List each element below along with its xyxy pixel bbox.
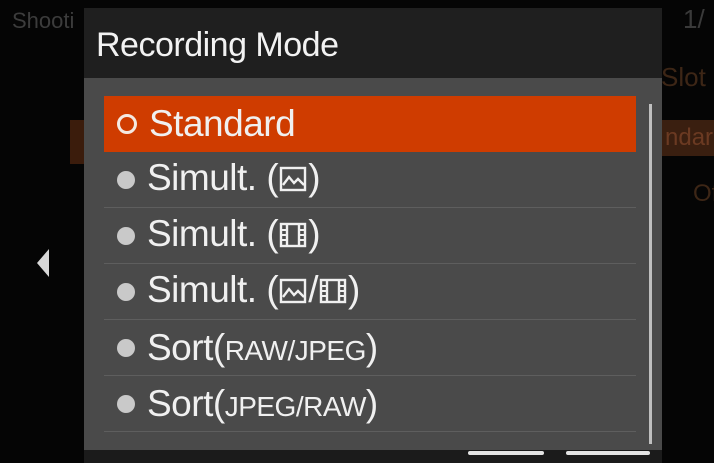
option-prefix: Simult. ( xyxy=(147,268,279,310)
option-separator: / xyxy=(308,268,318,310)
option-label: Standard xyxy=(149,103,296,144)
radio-icon xyxy=(117,226,135,245)
option-prefix: Simult. ( xyxy=(147,212,279,254)
dialog-title: Recording Mode xyxy=(96,26,339,64)
movie-icon xyxy=(278,217,308,259)
option-prefix: Sort( xyxy=(147,382,225,424)
recording-mode-list: Standard Simult. () Simult. () Simult. (… xyxy=(104,96,636,432)
option-label: Sort(JPEG/RAW) xyxy=(147,383,378,425)
option-suffix: ) xyxy=(365,326,378,368)
option-sort-jpeg-raw[interactable]: Sort(JPEG/RAW) xyxy=(104,376,636,432)
option-label: Simult. ( /) xyxy=(147,269,360,315)
option-suffix: ) xyxy=(365,382,378,424)
movie-icon xyxy=(318,273,348,315)
option-label: Sort(RAW/JPEG) xyxy=(147,327,378,369)
option-suffix: ) xyxy=(308,156,321,198)
back-arrow-icon[interactable] xyxy=(37,249,49,277)
camera-screen: Shooti 1/ Slot ndarc Of Recording Mode S… xyxy=(0,0,714,463)
background-page-indicator: 1/ xyxy=(683,4,705,34)
option-standard[interactable]: Standard xyxy=(104,96,636,152)
option-simult-movie[interactable]: Simult. () xyxy=(104,208,636,264)
option-prefix: Sort( xyxy=(147,326,225,368)
option-suffix: ) xyxy=(347,268,360,310)
option-format: RAW/JPEG xyxy=(224,334,367,366)
background-on-text: Of xyxy=(693,180,714,207)
option-format: JPEG/RAW xyxy=(224,390,367,422)
radio-icon xyxy=(117,394,135,413)
photo-icon xyxy=(278,273,308,315)
radio-selected-icon xyxy=(117,114,137,134)
option-suffix: ) xyxy=(308,212,321,254)
background-slot-text: Slot xyxy=(661,62,706,92)
background-standard-text: ndarc xyxy=(659,120,714,156)
scrollbar[interactable] xyxy=(649,104,652,444)
option-sort-raw-jpeg[interactable]: Sort(RAW/JPEG) xyxy=(104,320,636,376)
footer-button-left[interactable] xyxy=(468,451,544,455)
background-tab-label: Shooti xyxy=(12,8,75,33)
option-label: Simult. () xyxy=(147,156,321,203)
radio-icon xyxy=(117,170,135,189)
recording-mode-dialog: Recording Mode Standard Simult. () Simul… xyxy=(84,8,662,463)
radio-icon xyxy=(117,282,135,301)
footer-button-right[interactable] xyxy=(566,451,650,455)
radio-icon xyxy=(117,338,135,357)
option-simult-photo[interactable]: Simult. () xyxy=(104,152,636,208)
option-prefix: Simult. ( xyxy=(147,156,279,198)
option-label: Simult. () xyxy=(147,212,321,259)
dialog-title-bar: Recording Mode xyxy=(84,8,662,78)
photo-icon xyxy=(278,161,308,203)
option-simult-photo-movie[interactable]: Simult. ( /) xyxy=(104,264,636,320)
background-selection-marker xyxy=(70,120,84,164)
